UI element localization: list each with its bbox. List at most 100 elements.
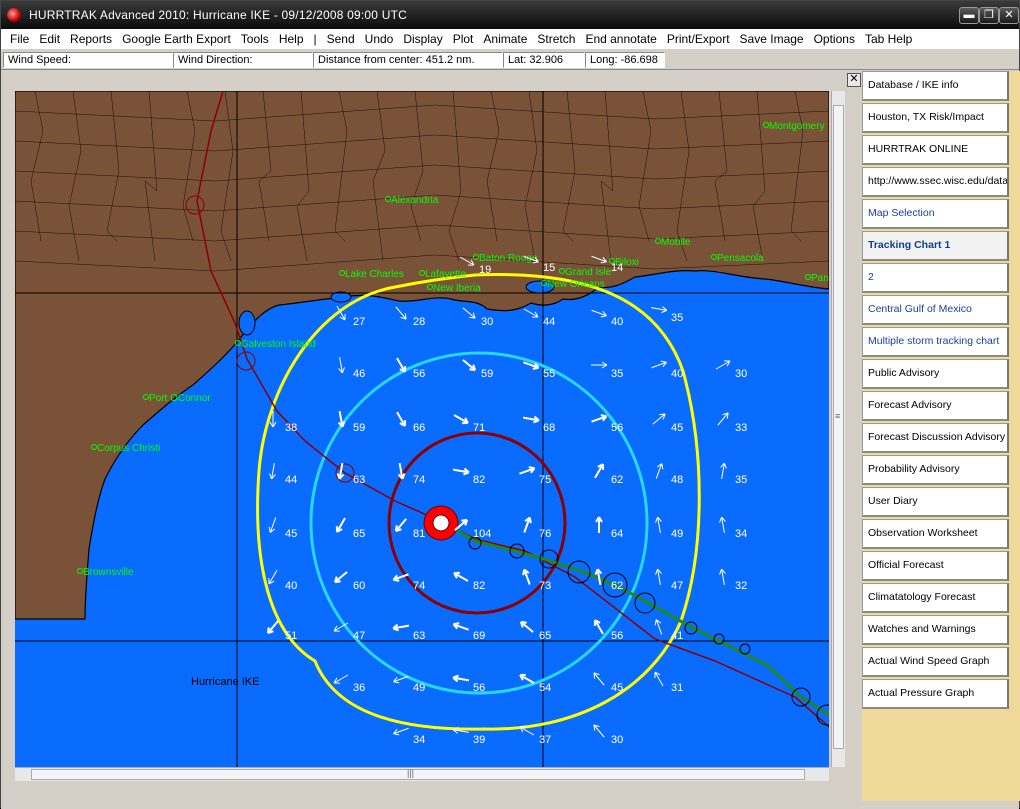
- wind-arrow-icon: [593, 619, 604, 635]
- minimize-button[interactable]: ▬: [959, 7, 979, 24]
- wind-speed-label: 39: [473, 734, 485, 746]
- tracking-map[interactable]: Montgomery Alexandria Baton Rouge Mobile Pen…: [15, 91, 829, 767]
- wind-speed-label: 38: [285, 422, 297, 434]
- vertical-scroll-thumb[interactable]: [833, 105, 844, 749]
- wind-arrow-icon: [338, 357, 345, 374]
- wind-arrow-icon: [453, 414, 469, 425]
- menu-end-annotate[interactable]: End annotate: [580, 32, 661, 46]
- menu-file[interactable]: File: [5, 32, 34, 46]
- tab-watches-and-warnings[interactable]: Watches and Warnings: [862, 615, 1009, 645]
- tab-forecast-discussion-advisory[interactable]: Forecast Discussion Advisory: [862, 423, 1009, 453]
- menu-options[interactable]: Options: [809, 32, 860, 46]
- wind-speed-label: 45: [285, 528, 297, 540]
- menu-stretch[interactable]: Stretch: [532, 32, 580, 46]
- wind-arrow-icon: [522, 415, 540, 424]
- wind-speed-label: 30: [611, 734, 623, 746]
- menu-google-earth-export[interactable]: Google Earth Export: [117, 32, 236, 46]
- menu-print-export[interactable]: Print/Export: [662, 32, 735, 46]
- close-map-icon[interactable]: ✕: [847, 73, 861, 87]
- wind-arrow-icon: [452, 674, 470, 683]
- tab-http-www-ssec-wisc-edu-data-g[interactable]: http://www.ssec.wisc.edu/data/g: [862, 167, 1009, 197]
- wind-arrow-icon: [717, 412, 729, 426]
- distance-readout: Distance from center: 451.2 nm.: [313, 52, 503, 68]
- wind-arrow-icon: [593, 672, 605, 686]
- menu-help[interactable]: Help: [274, 32, 309, 46]
- place-label: Pan: [811, 273, 829, 284]
- tab-2[interactable]: 2: [862, 263, 1009, 293]
- wind-speed-label: 81: [413, 528, 425, 540]
- hurricane-wind-ring: [309, 351, 649, 695]
- wind-arrow-icon: [715, 360, 731, 370]
- menu-animate[interactable]: Animate: [478, 32, 532, 46]
- menu-display[interactable]: Display: [398, 32, 447, 46]
- wind-speed-label: 48: [671, 474, 683, 486]
- tab-user-diary[interactable]: User Diary: [862, 487, 1009, 517]
- wind-speed-label: 28: [413, 316, 425, 328]
- menu-edit[interactable]: Edit: [34, 32, 65, 46]
- menu-reports[interactable]: Reports: [65, 32, 117, 46]
- close-button[interactable]: ✕: [999, 7, 1019, 24]
- wind-speed-label: 35: [671, 312, 683, 324]
- wind-speed-label: 19: [479, 264, 491, 276]
- tab-actual-pressure-graph[interactable]: Actual Pressure Graph: [862, 679, 1009, 709]
- wind-speed-label: 45: [611, 682, 623, 694]
- tab-hurrtrak-online[interactable]: HURRTRAK ONLINE: [862, 135, 1009, 165]
- wind-speed-label: 40: [611, 316, 623, 328]
- wind-speed-label: 32: [735, 580, 747, 592]
- tab-multiple-storm-tracking-chart[interactable]: Multiple storm tracking chart: [862, 327, 1009, 357]
- wind-speed-label: 30: [481, 316, 493, 328]
- wind-speed-label: 37: [539, 734, 551, 746]
- wind-speed-label: 82: [473, 580, 485, 592]
- wind-arrow-icon: [719, 516, 726, 533]
- grip-icon: |||: [407, 768, 415, 778]
- map-canvas[interactable]: MontgomeryAlexandriaBaton RougeMobilePen…: [15, 91, 829, 767]
- wind-arrow-icon: [591, 361, 608, 369]
- forecast-position-marker[interactable]: [634, 592, 656, 614]
- place-label: Port OConnor: [149, 393, 211, 404]
- wind-arrow-icon: [655, 568, 662, 585]
- tab-map-selection[interactable]: Map Selection: [862, 199, 1009, 229]
- hurrtrak-app-icon[interactable]: [7, 8, 21, 22]
- wind-arrow-icon: [519, 620, 534, 633]
- menu-send[interactable]: Send: [322, 32, 360, 46]
- wind-arrow-icon: [591, 309, 607, 318]
- wind-arrow-icon: [335, 517, 346, 533]
- menu-tab-help[interactable]: Tab Help: [860, 32, 917, 46]
- wind-speed-label: 64: [611, 528, 623, 540]
- window-title: HURRTRAK Advanced 2010: Hurricane IKE - …: [29, 8, 407, 22]
- menu-plot[interactable]: Plot: [448, 32, 479, 46]
- tab-observation-worksheet[interactable]: Observation Worksheet: [862, 519, 1009, 549]
- title-bar[interactable]: HURRTRAK Advanced 2010: Hurricane IKE - …: [1, 1, 1019, 29]
- wind-arrow-icon: [519, 466, 536, 475]
- app-window: HURRTRAK Advanced 2010: Hurricane IKE - …: [0, 0, 1020, 809]
- wind-speed-label: 62: [611, 474, 623, 486]
- status-bar: Wind Speed: Wind Direction: Distance fro…: [1, 50, 1019, 70]
- wind-speed-label: 47: [671, 580, 683, 592]
- wind-arrow-icon: [595, 516, 603, 533]
- horizontal-scrollbar[interactable]: |||: [15, 767, 829, 781]
- wind-speed-label: 14: [611, 262, 623, 274]
- tab-tracking-chart-1[interactable]: Tracking Chart 1: [862, 231, 1009, 261]
- vertical-scrollbar[interactable]: ≡: [831, 91, 845, 767]
- wind-speed-label: 44: [285, 474, 297, 486]
- tab-climatatology-forecast[interactable]: Climatatology Forecast: [862, 583, 1009, 613]
- wind-arrow-icon: [462, 359, 477, 372]
- wind-arrow-icon: [452, 467, 470, 476]
- tab-official-forecast[interactable]: Official Forecast: [862, 551, 1009, 581]
- menu-tools[interactable]: Tools: [236, 32, 274, 46]
- wind-arrow-icon: [719, 568, 726, 585]
- side-tab-panel: Database / IKE info Houston, TX Risk/Impa…: [862, 71, 1020, 801]
- menu-save-image[interactable]: Save Image: [735, 32, 809, 46]
- tab-probability-advisory[interactable]: Probability Advisory: [862, 455, 1009, 485]
- tab-houston-tx-risk-impact[interactable]: Houston, TX Risk/Impact: [862, 103, 1009, 133]
- tab-forecast-advisory[interactable]: Forecast Advisory: [862, 391, 1009, 421]
- tab-actual-wind-speed-graph[interactable]: Actual Wind Speed Graph: [862, 647, 1009, 677]
- tab-database-ike-info[interactable]: Database / IKE info: [862, 71, 1009, 101]
- tab-public-advisory[interactable]: Public Advisory: [862, 359, 1009, 389]
- horizontal-scroll-thumb[interactable]: [31, 769, 805, 780]
- maximize-button[interactable]: ❐: [979, 7, 999, 24]
- tab-central-gulf-of-mexico[interactable]: Central Gulf of Mexico: [862, 295, 1009, 325]
- menu-undo[interactable]: Undo: [360, 32, 399, 46]
- wind-arrow-icon: [523, 308, 539, 318]
- wind-speed-label: 59: [481, 368, 493, 380]
